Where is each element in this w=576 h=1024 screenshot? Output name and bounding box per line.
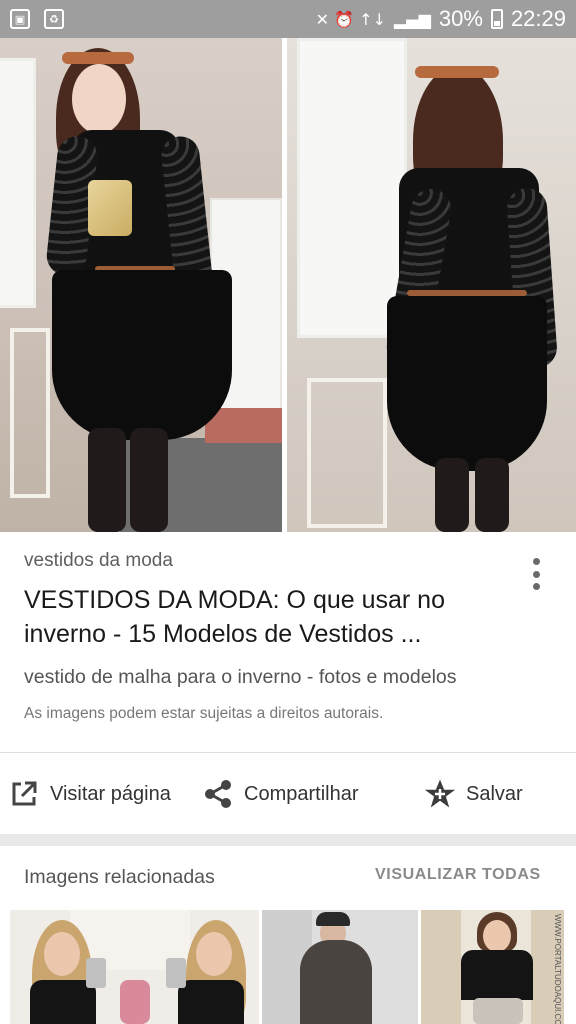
more-options-icon[interactable] (524, 556, 548, 592)
related-images-heading: Imagens relacionadas (24, 866, 215, 888)
related-image-thumbnail[interactable]: WWW.PORTALTUDOAQUI.COM.BR (421, 910, 564, 1024)
share-button[interactable]: Compartilhar (202, 770, 358, 818)
visit-page-label: Visitar página (50, 782, 171, 805)
copyright-notice: As imagens podem estar sujeitas a direit… (24, 705, 384, 722)
save-button[interactable]: Salvar (424, 770, 523, 818)
thumbnail-watermark: WWW.PORTALTUDOAQUI.COM.BR (553, 914, 562, 1024)
share-label: Compartilhar (244, 782, 359, 805)
result-description: vestido de malha para o inverno - fotos … (24, 666, 457, 688)
save-label: Salvar (466, 782, 523, 805)
signal-strength-icon: ▂▄▆ (393, 9, 431, 29)
related-image-thumbnail[interactable] (262, 910, 418, 1024)
divider (0, 752, 576, 753)
view-all-link[interactable]: VISUALIZAR TODAS (375, 866, 541, 884)
share-icon (202, 778, 234, 810)
front-view-photo (0, 38, 282, 532)
clock: 22:29 (510, 6, 566, 31)
battery-percent: 30% (438, 6, 483, 31)
related-image-thumbnail[interactable] (10, 910, 259, 1024)
result-title[interactable]: VESTIDOS DA MODA: O que usar no inverno … (24, 583, 524, 651)
result-image[interactable] (0, 38, 576, 532)
open-in-new-icon (8, 778, 40, 810)
image-icon: ▣ (10, 9, 30, 29)
back-view-photo (287, 38, 576, 532)
status-bar: ▣ ♻ ✕ ⏰ ↑↓ ▂▄▆ 30% 22:29 (0, 0, 576, 38)
site-name[interactable]: vestidos da moda (24, 550, 173, 572)
visit-page-button[interactable]: Visitar página (8, 770, 171, 818)
signal-glyphs: ✕ ⏰ ↑↓ (315, 9, 386, 29)
battery-icon (490, 9, 503, 29)
star-add-icon (424, 778, 456, 810)
recycle-icon: ♻ (44, 9, 64, 29)
